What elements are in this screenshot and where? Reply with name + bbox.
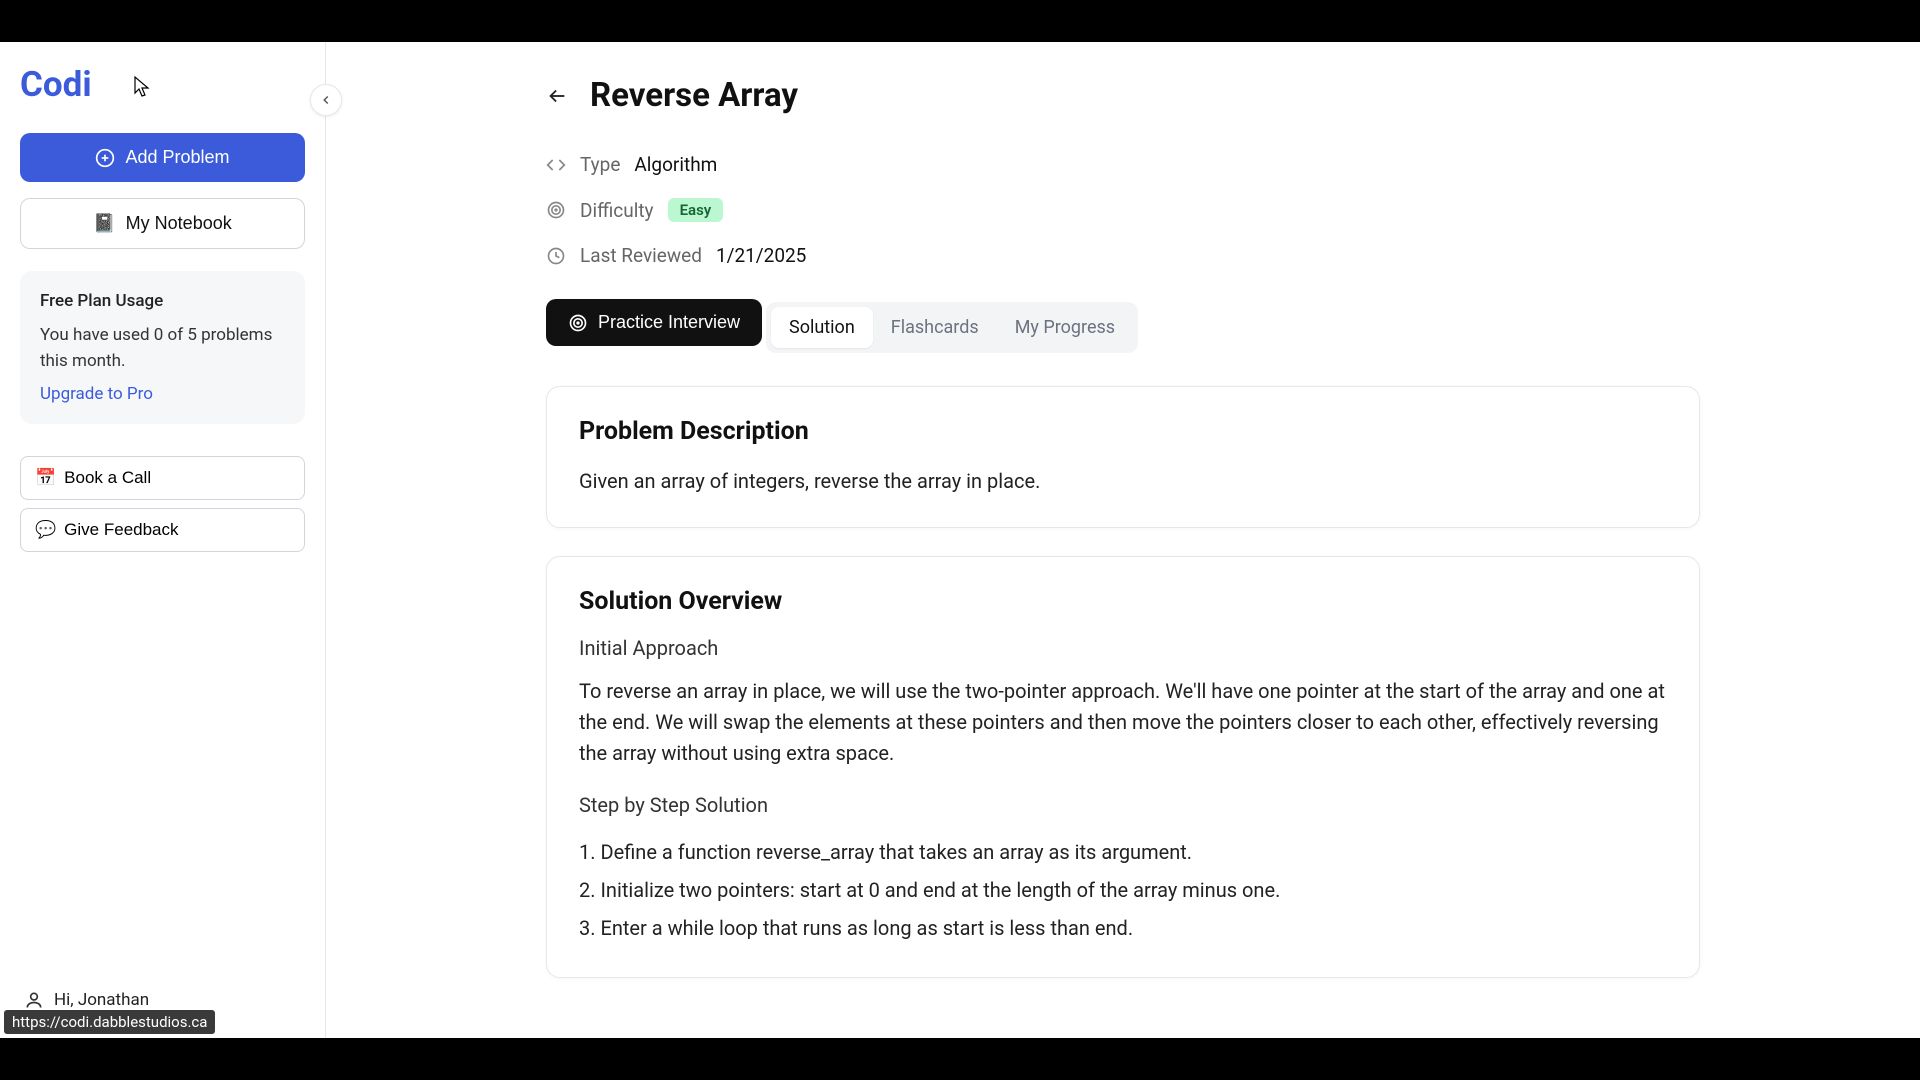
notebook-label: My Notebook (126, 213, 232, 234)
meta-type: Type Algorithm (546, 153, 1700, 176)
status-url-tooltip: https://codi.dabblestudios.ca (4, 1010, 215, 1034)
tab-flashcards[interactable]: Flashcards (873, 307, 997, 348)
reviewed-value: 1/21/2025 (716, 244, 806, 267)
plan-title: Free Plan Usage (40, 291, 285, 311)
add-problem-button[interactable]: Add Problem (20, 133, 305, 182)
page-title: Reverse Array (590, 76, 798, 115)
problem-body: Given an array of integers, reverse the … (579, 466, 1667, 497)
practice-label: Practice Interview (598, 312, 740, 333)
practice-interview-button[interactable]: Practice Interview (546, 299, 762, 346)
reviewed-label: Last Reviewed (580, 244, 702, 267)
main-content: Reverse Array Type Algorithm Difficulty … (326, 42, 1920, 1038)
solution-heading: Solution Overview (579, 587, 1667, 616)
plan-text: You have used 0 of 5 problems this month… (40, 323, 285, 374)
step-2: 2. Initialize two pointers: start at 0 a… (579, 871, 1667, 909)
chevron-left-icon (319, 93, 333, 107)
target-icon (568, 313, 588, 333)
type-value: Algorithm (634, 153, 717, 176)
notebook-button[interactable]: 📓 My Notebook (20, 198, 305, 249)
problem-heading: Problem Description (579, 417, 1667, 446)
back-button[interactable] (546, 85, 568, 107)
book-call-label: Book a Call (64, 468, 151, 488)
calendar-icon: 📅 (35, 468, 56, 488)
difficulty-badge: Easy (668, 198, 724, 222)
step-1: 1. Define a function reverse_array that … (579, 833, 1667, 871)
meta-difficulty: Difficulty Easy (546, 198, 1700, 222)
plan-usage-card: Free Plan Usage You have used 0 of 5 pro… (20, 271, 305, 424)
clock-icon (546, 246, 566, 266)
code-icon (546, 155, 566, 175)
sidebar: Codi Add Problem 📓 My Notebook Free Plan… (0, 42, 326, 1038)
plus-circle-icon (95, 148, 115, 168)
upgrade-link[interactable]: Upgrade to Pro (40, 384, 285, 404)
tabs: Solution Flashcards My Progress (766, 302, 1138, 353)
step-3: 3. Enter a while loop that runs as long … (579, 909, 1667, 947)
feedback-label: Give Feedback (64, 520, 178, 540)
type-label: Type (580, 153, 620, 176)
steps-label: Step by Step Solution (579, 793, 1667, 817)
user-icon (24, 990, 44, 1010)
speech-icon: 💬 (35, 520, 56, 540)
tab-progress[interactable]: My Progress (997, 307, 1133, 348)
add-problem-label: Add Problem (125, 147, 229, 168)
book-call-button[interactable]: 📅 Book a Call (20, 456, 305, 500)
problem-description-card: Problem Description Given an array of in… (546, 386, 1700, 528)
user-greeting: Hi, Jonathan (54, 990, 149, 1010)
notebook-icon: 📓 (93, 213, 115, 234)
approach-label: Initial Approach (579, 636, 1667, 660)
tab-solution[interactable]: Solution (771, 307, 873, 348)
difficulty-label: Difficulty (580, 199, 654, 222)
approach-body: To reverse an array in place, we will us… (579, 676, 1667, 769)
target-icon (546, 200, 566, 220)
solution-overview-card: Solution Overview Initial Approach To re… (546, 556, 1700, 978)
logo[interactable]: Codi (20, 64, 305, 105)
feedback-button[interactable]: 💬 Give Feedback (20, 508, 305, 552)
meta-reviewed: Last Reviewed 1/21/2025 (546, 244, 1700, 267)
collapse-sidebar-button[interactable] (310, 84, 342, 116)
